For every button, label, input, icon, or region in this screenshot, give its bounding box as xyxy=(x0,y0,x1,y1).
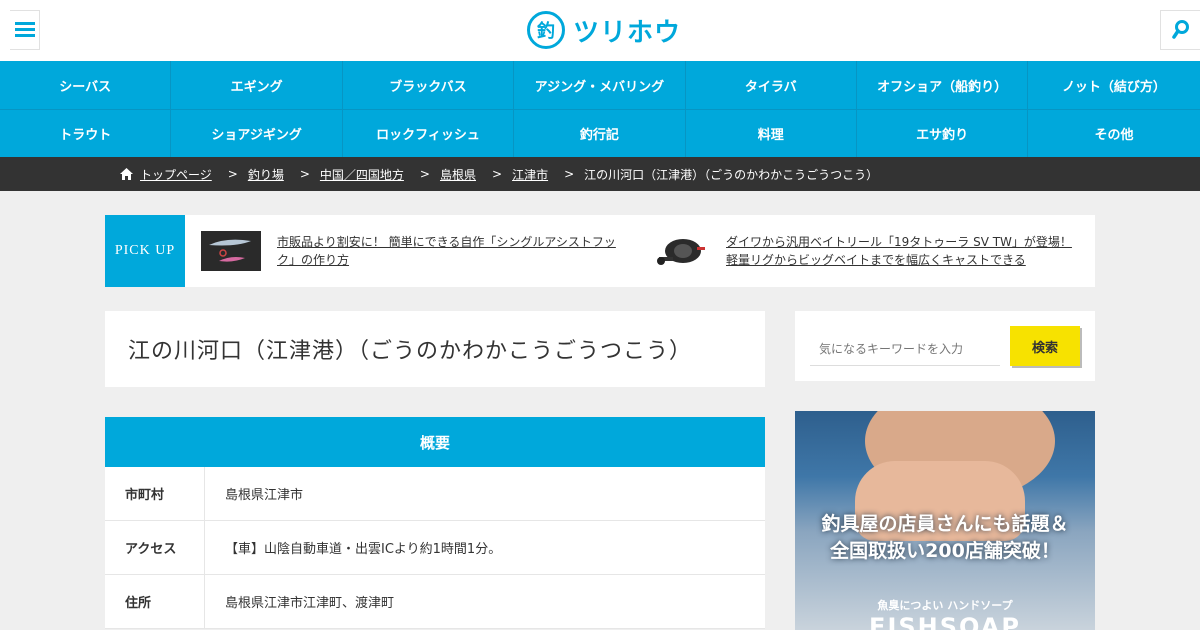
ad-brand: FISHSOAP xyxy=(869,613,1021,630)
nav-item-shore-jigging[interactable]: ショアジギング xyxy=(171,110,343,157)
nav-item-eging[interactable]: エギング xyxy=(171,61,343,109)
row-value: 【車】山陰自動車道・出雲ICより約1時間1分。 xyxy=(225,542,502,557)
table-row: アクセス 【車】山陰自動車道・出雲ICより約1時間1分。 xyxy=(105,521,765,575)
ad-subcopy: 魚臭につよい ハンドソープ xyxy=(877,599,1013,612)
nav-item-seabass[interactable]: シーバス xyxy=(0,61,172,109)
search-toggle-button[interactable] xyxy=(1160,10,1200,50)
sidebar-search: 検索 xyxy=(795,311,1095,381)
nav-item-trout[interactable]: トラウト xyxy=(0,110,172,157)
breadcrumb-link-prefecture[interactable]: 島根県 xyxy=(440,166,476,183)
nav-item-cooking[interactable]: 料理 xyxy=(686,110,857,157)
pickup-link-assist-hook[interactable]: 市販品より割安に！ 簡単にできる自作「シングルアシストフック」の作り方 xyxy=(277,233,627,269)
nav-item-blackbass[interactable]: ブラックバス xyxy=(343,61,515,109)
breadcrumb: トップページ > 釣り場 > 中国／四国地方 > 島根県 > 江津市 > 江の川… xyxy=(0,157,1200,191)
breadcrumb-separator: > xyxy=(492,167,503,181)
row-value: 島根県江津市 xyxy=(225,488,304,503)
overview-table: 概要 市町村 島根県江津市 アクセス 【車】山陰自動車道・出雲ICより約1時間1… xyxy=(105,417,765,629)
nav-item-tairaba[interactable]: タイラバ xyxy=(686,61,857,109)
pickup-thumbnail-assist-hook[interactable] xyxy=(201,231,261,271)
page-title: 江の川河口（江津港）（ごうのかわかこうごうつこう） xyxy=(128,339,693,364)
site-header: 釣 ツリホウ xyxy=(0,0,1200,61)
row-key: 市町村 xyxy=(105,467,205,520)
nav-row-1: シーバス エギング ブラックバス アジング・メバリング タイラバ オフショア（船… xyxy=(0,61,1200,109)
breadcrumb-current: 江の川河口（江津港）（ごうのかわかこうごうつこう） xyxy=(584,167,879,182)
breadcrumb-link-city[interactable]: 江津市 xyxy=(512,166,548,183)
nav-item-rockfish[interactable]: ロックフィッシュ xyxy=(343,110,515,157)
pickup-thumbnail-reel[interactable] xyxy=(653,231,709,271)
home-icon xyxy=(120,168,133,180)
page-title-box: 江の川河口（江津港）（ごうのかわかこうごうつこう） xyxy=(105,311,765,387)
nav-item-fishing-report[interactable]: 釣行記 xyxy=(514,110,686,157)
nav-item-knot[interactable]: ノット（結び方） xyxy=(1028,61,1199,109)
ad-banner-fishsoap[interactable]: 釣具屋の店員さんにも話題＆ 全国取扱い200店舗突破！ 魚臭につよい ハンドソー… xyxy=(795,411,1095,630)
nav-item-other[interactable]: その他 xyxy=(1028,110,1199,157)
search-button[interactable]: 検索 xyxy=(1010,326,1080,366)
hamburger-icon xyxy=(14,22,35,38)
search-input[interactable] xyxy=(810,332,1000,366)
row-key: 住所 xyxy=(105,575,205,628)
breadcrumb-link-top[interactable]: トップページ xyxy=(140,166,212,183)
nav-item-bait-fishing[interactable]: エサ釣り xyxy=(857,110,1029,157)
pickup-label: PICK UP xyxy=(105,215,185,287)
menu-button[interactable] xyxy=(10,10,40,50)
nav-item-ajing-mebaring[interactable]: アジング・メバリング xyxy=(514,61,686,109)
table-row: 住所 島根県江津市江津町、渡津町 xyxy=(105,575,765,629)
breadcrumb-separator: > xyxy=(564,167,575,181)
ad-headline-line1: 釣具屋の店員さんにも話題＆ xyxy=(821,513,1069,535)
ad-headline: 釣具屋の店員さんにも話題＆ 全国取扱い200店舗突破！ xyxy=(795,511,1095,565)
logo-text: ツリホウ xyxy=(573,17,682,48)
table-row: 市町村 島根県江津市 xyxy=(105,467,765,521)
nav-row-2: トラウト ショアジギング ロックフィッシュ 釣行記 料理 エサ釣り その他 xyxy=(0,109,1200,157)
pickup-bar: PICK UP 市販品より割安に！ 簡単にできる自作「シングルアシストフック」の… xyxy=(105,215,1095,287)
logo-mark: 釣 xyxy=(527,11,565,49)
pickup-link-reel[interactable]: ダイワから汎用ベイトリール「19タトゥーラ SV TW」が登場！軽量リグからビッ… xyxy=(726,233,1076,269)
search-icon xyxy=(1171,20,1189,39)
overview-heading: 概要 xyxy=(105,417,765,467)
breadcrumb-link-region[interactable]: 中国／四国地方 xyxy=(320,166,404,183)
breadcrumb-separator: > xyxy=(299,167,310,181)
nav-item-offshore[interactable]: オフショア（船釣り） xyxy=(857,61,1029,109)
ad-headline-line2: 全国取扱い200店舗突破！ xyxy=(830,540,1060,562)
breadcrumb-separator: > xyxy=(227,167,238,181)
row-value: 島根県江津市江津町、渡津町 xyxy=(225,596,395,611)
site-logo[interactable]: 釣 ツリホウ xyxy=(527,11,681,49)
breadcrumb-separator: > xyxy=(419,167,430,181)
row-key: アクセス xyxy=(105,521,205,574)
category-nav: シーバス エギング ブラックバス アジング・メバリング タイラバ オフショア（船… xyxy=(0,61,1200,157)
breadcrumb-link-spots[interactable]: 釣り場 xyxy=(248,166,284,183)
